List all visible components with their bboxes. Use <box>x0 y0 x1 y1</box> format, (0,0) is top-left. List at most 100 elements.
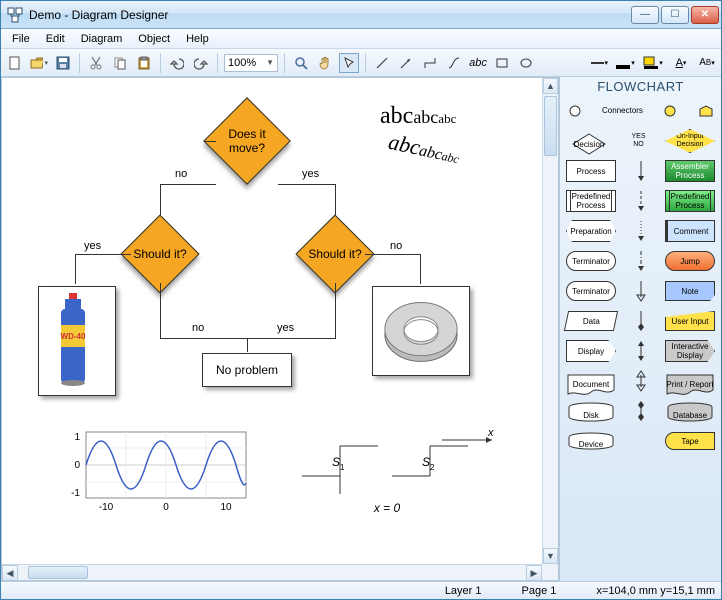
scrollbar-vertical[interactable]: ▲ ▼ <box>542 78 558 564</box>
palette: FLOWCHART Connectors Decision YESNO On <box>559 77 721 581</box>
palette-display[interactable]: Display <box>566 340 616 362</box>
menu-help[interactable]: Help <box>179 31 216 47</box>
scroll-v-thumb[interactable] <box>544 96 557 156</box>
menu-file[interactable]: File <box>5 31 37 47</box>
palette-disk[interactable]: Disk <box>566 402 616 421</box>
node-no-problem[interactable]: No problem <box>202 353 292 387</box>
scrollbar-horizontal[interactable]: ◀ ▶ <box>2 564 542 580</box>
palette-decision[interactable]: Decision <box>566 132 612 150</box>
node-decision-top[interactable]: Does it move? <box>203 97 291 185</box>
palette-comment[interactable]: Comment <box>665 220 715 242</box>
text-tool-button[interactable]: abc <box>468 53 488 73</box>
palette-preparation[interactable]: Preparation <box>566 220 616 242</box>
undo-button[interactable] <box>167 53 187 73</box>
scroll-left-icon[interactable]: ◀ <box>2 565 18 581</box>
text-color-button[interactable]: A▾ <box>669 53 693 73</box>
image-left[interactable]: WD-40 <box>38 286 116 396</box>
copy-button[interactable] <box>110 53 130 73</box>
palette-predef-process[interactable]: Predefined Process <box>566 190 616 212</box>
hand-tool-button[interactable] <box>315 53 335 73</box>
menu-diagram[interactable]: Diagram <box>74 31 130 47</box>
svg-text:0: 0 <box>163 502 169 513</box>
paste-button[interactable] <box>134 53 154 73</box>
font-button[interactable]: AB▾ <box>697 53 717 73</box>
palette-database[interactable]: Database <box>665 402 715 421</box>
redo-button[interactable] <box>191 53 211 73</box>
palette-assembler-process[interactable]: Assembler Process <box>665 160 715 182</box>
sine-chart[interactable]: 1 0 -1 -10 0 10 <box>62 428 252 514</box>
palette-title: FLOWCHART <box>560 77 721 96</box>
palette-print[interactable]: Print / Report <box>665 373 715 390</box>
minimize-button[interactable]: — <box>631 6 659 24</box>
arrow-tool-button[interactable] <box>396 53 416 73</box>
palette-process[interactable]: Process <box>566 160 616 182</box>
palette-terminator[interactable]: Terminator <box>566 251 616 271</box>
zoom-value: 100% <box>228 57 256 69</box>
svg-text:S: S <box>422 455 430 469</box>
palette-predef-process-g[interactable]: Predefined Process <box>665 190 715 212</box>
zoom-combo[interactable]: 100%▼ <box>224 54 278 72</box>
text-sample-rotated[interactable]: abcabcabc <box>386 129 462 169</box>
fill-color-button[interactable]: ▾ <box>641 53 665 73</box>
svg-text:1: 1 <box>340 463 345 472</box>
palette-terminator2[interactable]: Terminator <box>566 281 616 301</box>
palette-tape[interactable]: Tape <box>665 432 715 450</box>
line-color-button[interactable]: ▾ <box>613 53 637 73</box>
line-style-button[interactable]: ▾ <box>589 53 609 73</box>
palette-data[interactable]: Data <box>564 311 618 331</box>
svg-text:-10: -10 <box>99 502 114 513</box>
edge-yes-mid-right: yes <box>277 322 294 334</box>
scroll-corner <box>542 564 558 580</box>
palette-user-input[interactable]: User Input <box>665 311 715 331</box>
arrow-bi-icon <box>631 339 651 363</box>
node-decision-right[interactable]: Should it? <box>295 214 374 293</box>
text-sample-row[interactable]: abcabcabc <box>380 103 456 130</box>
connector-home-icon[interactable] <box>697 104 715 118</box>
arrow-dashed-icon <box>631 189 651 213</box>
svg-text:WD-40: WD-40 <box>61 332 86 341</box>
connector-circle-yellow-icon[interactable] <box>661 104 679 118</box>
palette-oninput-decision[interactable]: On-Input Decision <box>665 129 715 153</box>
canvas-area[interactable]: Does it move? no yes Should it? Should i… <box>1 77 559 581</box>
open-button[interactable]: ▾ <box>29 53 49 73</box>
menu-object[interactable]: Object <box>131 31 177 47</box>
svg-text:-1: -1 <box>71 488 80 499</box>
toolbar-main: ▾ 100%▼ abc ▾ ▾ ▾ A▾ AB▾ <box>1 49 721 77</box>
arrow-diamond-icon <box>631 309 651 333</box>
new-button[interactable] <box>5 53 25 73</box>
maximize-button[interactable]: ☐ <box>661 6 689 24</box>
line-tool-button[interactable] <box>372 53 392 73</box>
menubar: File Edit Diagram Object Help <box>1 29 721 49</box>
palette-note[interactable]: Note <box>665 281 715 301</box>
content-row: Does it move? no yes Should it? Should i… <box>1 77 721 581</box>
cut-button[interactable] <box>86 53 106 73</box>
palette-document[interactable]: Document <box>566 373 616 390</box>
select-tool-button[interactable] <box>339 53 359 73</box>
connector-circle-icon[interactable] <box>566 104 584 118</box>
palette-decision-mid: YESNO <box>623 133 655 150</box>
scroll-up-icon[interactable]: ▲ <box>543 78 558 94</box>
rect-tool-button[interactable] <box>492 53 512 73</box>
palette-jump[interactable]: Jump <box>665 251 715 271</box>
ellipse-tool-button[interactable] <box>516 53 536 73</box>
node-decision-left[interactable]: Should it? <box>120 214 199 293</box>
curve-tool-button[interactable] <box>444 53 464 73</box>
menu-edit[interactable]: Edit <box>39 31 72 47</box>
palette-device[interactable]: Device <box>566 432 616 450</box>
scroll-right-icon[interactable]: ▶ <box>526 565 542 581</box>
step-plot[interactable]: x S1 S2 x = 0 <box>292 428 502 518</box>
svg-text:10: 10 <box>220 502 232 513</box>
close-button[interactable]: ✕ <box>691 6 719 24</box>
arrow-bi-open-icon <box>631 369 651 393</box>
edge-no-far-right: no <box>390 240 402 252</box>
save-button[interactable] <box>53 53 73 73</box>
scroll-h-thumb[interactable] <box>28 566 88 579</box>
image-right[interactable] <box>372 286 470 376</box>
zoom-tool-button[interactable] <box>291 53 311 73</box>
scroll-down-icon[interactable]: ▼ <box>543 548 558 564</box>
palette-body[interactable]: Connectors Decision YESNO On-Input Decis… <box>560 96 721 581</box>
titlebar[interactable]: Demo - Diagram Designer — ☐ ✕ <box>1 1 721 29</box>
palette-interactive-display[interactable]: Interactive Display <box>665 340 715 362</box>
svg-text:x: x <box>487 428 494 439</box>
connector-tool-button[interactable] <box>420 53 440 73</box>
